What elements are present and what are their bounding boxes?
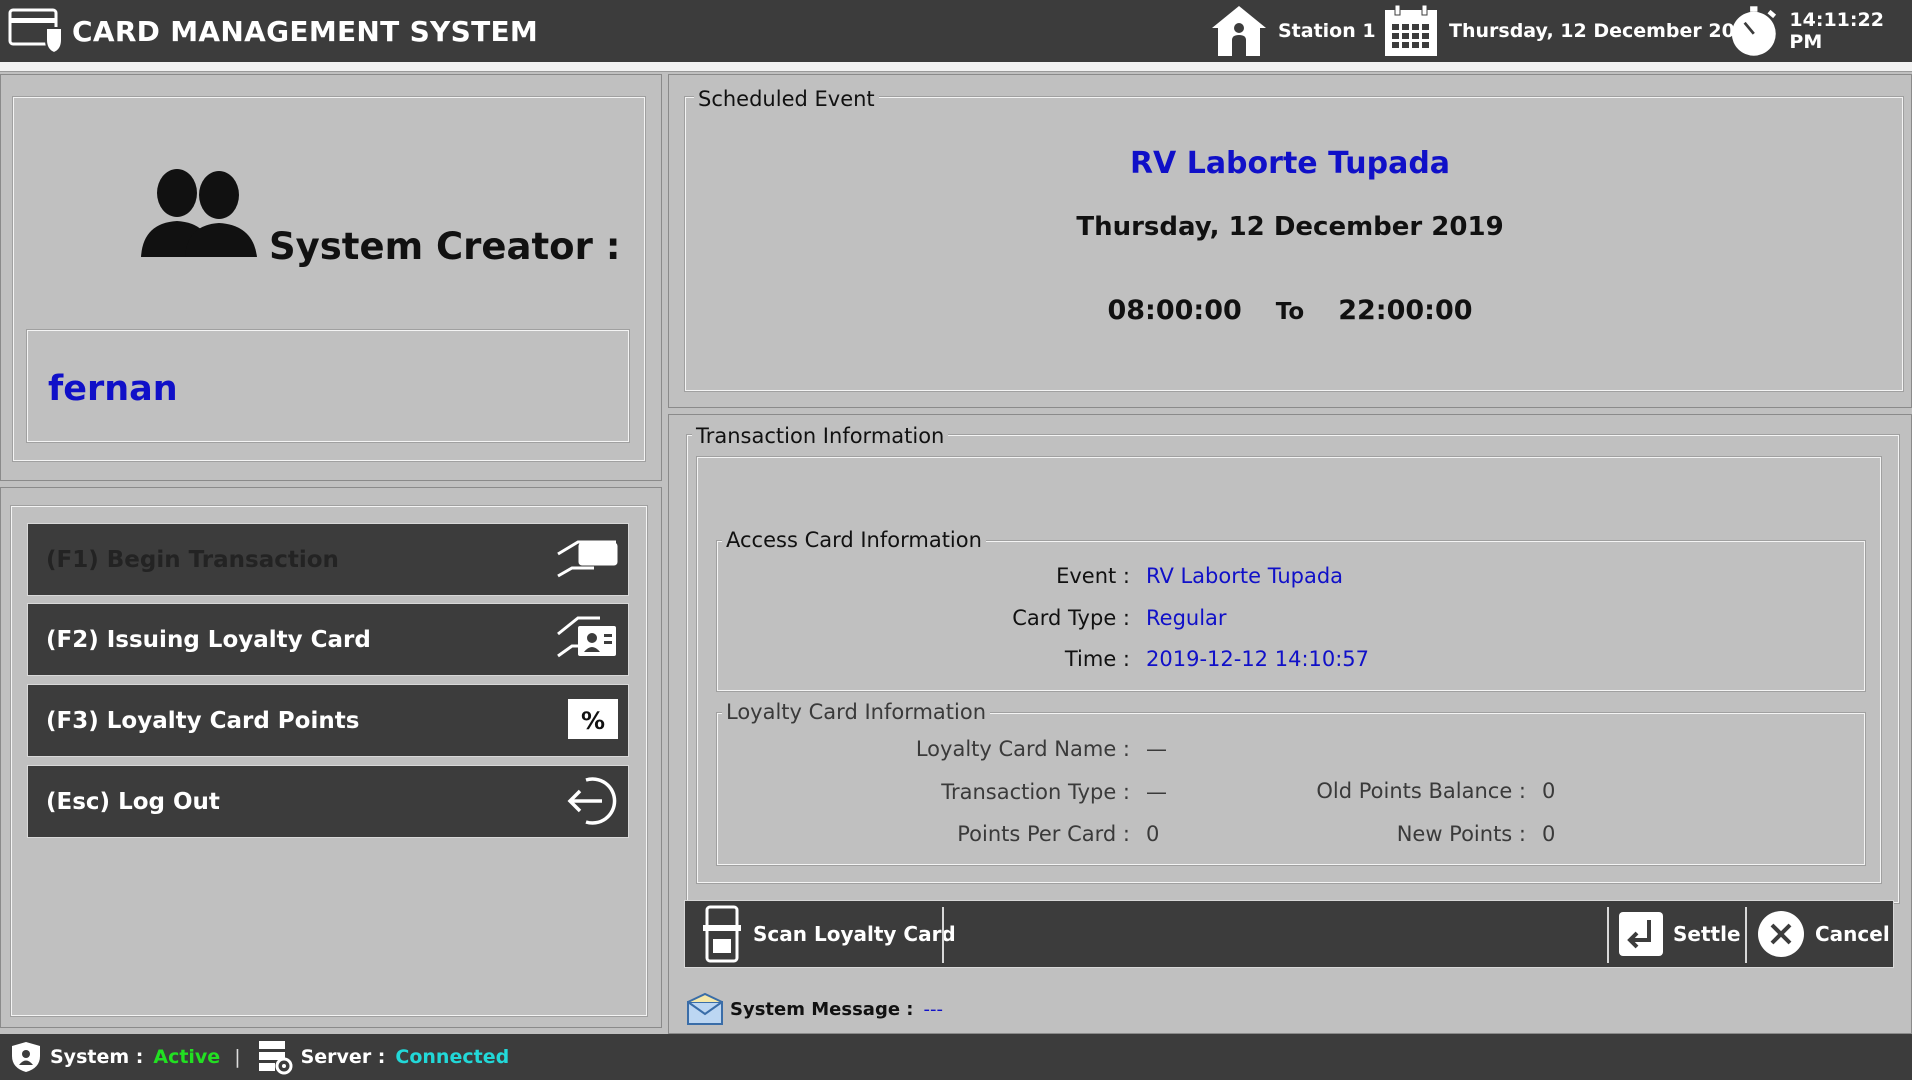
issuing-loyalty-card-button[interactable]: (F2) Issuing Loyalty Card bbox=[27, 603, 629, 676]
access-card-type-value: Regular bbox=[1146, 606, 1227, 630]
creator-panel: System Creator : fernan bbox=[0, 74, 662, 481]
hand-card-icon bbox=[554, 532, 620, 590]
loyalty-name-row: Loyalty Card Name : — bbox=[880, 737, 1167, 761]
settle-button[interactable]: Settle bbox=[1619, 901, 1741, 967]
access-card-type-row: Card Type : Regular bbox=[900, 606, 1227, 630]
time-label: 14:11:22 PM bbox=[1789, 9, 1884, 53]
action-separator bbox=[942, 907, 944, 963]
new-points-row: New Points : 0 bbox=[1290, 822, 1556, 846]
home-person-icon bbox=[1212, 6, 1266, 56]
event-time-range: 08:00:00 To 22:00:00 bbox=[668, 295, 1912, 326]
system-message-label: System Message : bbox=[730, 998, 914, 1020]
system-status-label: System : bbox=[50, 1046, 144, 1068]
log-out-label: (Esc) Log Out bbox=[46, 789, 220, 815]
access-time-row: Time : 2019-12-12 14:10:57 bbox=[900, 647, 1369, 671]
log-out-icon bbox=[562, 774, 620, 832]
app-title: CARD MANAGEMENT SYSTEM bbox=[72, 15, 539, 48]
settle-label: Settle bbox=[1673, 922, 1741, 946]
issuing-loyalty-card-label: (F2) Issuing Loyalty Card bbox=[46, 627, 371, 653]
action-separator bbox=[1607, 907, 1609, 963]
status-separator: | bbox=[234, 1046, 241, 1068]
stopwatch-icon bbox=[1731, 6, 1777, 56]
date-indicator: Thursday, 12 December 2019 bbox=[1383, 0, 1761, 62]
points-per-card-label: Points Per Card : bbox=[957, 822, 1130, 846]
cancel-button[interactable]: Cancel bbox=[1757, 901, 1890, 967]
header-divider bbox=[0, 62, 1912, 72]
access-event-value: RV Laborte Tupada bbox=[1146, 564, 1344, 588]
close-circle-icon bbox=[1758, 911, 1804, 957]
loyalty-card-points-label: (F3) Loyalty Card Points bbox=[46, 708, 360, 734]
points-per-card-value: 0 bbox=[1146, 822, 1160, 846]
loyalty-name-label: Loyalty Card Name : bbox=[915, 737, 1130, 761]
transaction-type-value: — bbox=[1146, 780, 1167, 804]
top-bar: CARD MANAGEMENT SYSTEM Station 1 Thursda… bbox=[0, 0, 1912, 62]
begin-transaction-label: (F1) Begin Transaction bbox=[46, 547, 339, 573]
card-shield-logo-icon bbox=[8, 8, 64, 58]
access-event-row: Event : RV Laborte Tupada bbox=[900, 564, 1343, 588]
new-points-value: 0 bbox=[1542, 822, 1556, 846]
creator-name: fernan bbox=[48, 369, 178, 409]
envelope-icon bbox=[687, 992, 723, 1025]
event-end-time: 22:00:00 bbox=[1338, 295, 1473, 326]
access-card-legend: Access Card Information bbox=[722, 528, 986, 552]
access-event-label: Event : bbox=[1056, 564, 1130, 588]
transaction-type-label: Transaction Type : bbox=[941, 780, 1130, 804]
old-points-balance-row: Old Points Balance : 0 bbox=[1290, 779, 1555, 803]
access-time-label: Time : bbox=[1064, 647, 1130, 671]
action-separator bbox=[1745, 907, 1747, 963]
percent-icon: % bbox=[566, 693, 620, 745]
system-message-value: --- bbox=[923, 998, 944, 1020]
server-gear-icon bbox=[258, 1041, 293, 1075]
scheduled-event-frame bbox=[684, 96, 1904, 392]
station-label: Station 1 bbox=[1278, 20, 1376, 42]
shield-icon bbox=[12, 1042, 40, 1072]
system-message: System Message : --- bbox=[686, 992, 943, 1026]
log-out-button[interactable]: (Esc) Log Out bbox=[27, 765, 629, 838]
access-time-value: 2019-12-12 14:10:57 bbox=[1146, 647, 1370, 671]
access-card-type-label: Card Type : bbox=[1012, 606, 1130, 630]
loyalty-card-legend: Loyalty Card Information bbox=[722, 700, 991, 724]
event-to-label: To bbox=[1275, 299, 1305, 325]
server-status-label: Server : bbox=[300, 1046, 386, 1068]
event-name: RV Laborte Tupada bbox=[1129, 146, 1451, 181]
calendar-icon bbox=[1385, 4, 1437, 56]
new-points-label: New Points : bbox=[1396, 822, 1526, 846]
creator-label: System Creator : bbox=[269, 225, 621, 268]
users-icon bbox=[139, 165, 259, 263]
enter-return-icon bbox=[1619, 912, 1663, 956]
loyalty-card-points-button[interactable]: (F3) Loyalty Card Points % bbox=[27, 684, 629, 757]
system-status-value: Active bbox=[153, 1046, 221, 1068]
scheduled-event-legend: Scheduled Event bbox=[694, 87, 879, 111]
time-indicator: 14:11:22 PM bbox=[1730, 0, 1912, 62]
server-status-value: Connected bbox=[395, 1046, 510, 1068]
transaction-type-row: Transaction Type : — bbox=[880, 780, 1167, 804]
transaction-action-bar: Scan Loyalty Card Settle Cancel bbox=[684, 900, 1894, 968]
begin-transaction-button[interactable]: (F1) Begin Transaction bbox=[27, 523, 629, 596]
card-scanner-icon bbox=[703, 905, 741, 963]
status-bar: System : Active | Server : Connected bbox=[0, 1034, 1912, 1080]
old-points-balance-label: Old Points Balance : bbox=[1316, 779, 1526, 803]
scan-loyalty-card-label: Scan Loyalty Card bbox=[753, 922, 956, 946]
points-per-card-row: Points Per Card : 0 bbox=[880, 822, 1159, 846]
date-label: Thursday, 12 December 2019 bbox=[1449, 20, 1762, 42]
event-date: Thursday, 12 December 2019 bbox=[1076, 212, 1504, 242]
percent-glyph: % bbox=[581, 707, 605, 735]
scan-loyalty-card-button[interactable]: Scan Loyalty Card bbox=[701, 901, 956, 967]
old-points-balance-value: 0 bbox=[1542, 779, 1556, 803]
loyalty-name-value: — bbox=[1146, 737, 1167, 761]
creator-name-box: fernan bbox=[26, 329, 630, 443]
event-start-time: 08:00:00 bbox=[1107, 295, 1242, 326]
transaction-legend: Transaction Information bbox=[692, 424, 949, 448]
station-indicator: Station 1 bbox=[1210, 0, 1376, 62]
cancel-label: Cancel bbox=[1815, 922, 1890, 946]
hand-id-card-icon bbox=[554, 612, 620, 670]
